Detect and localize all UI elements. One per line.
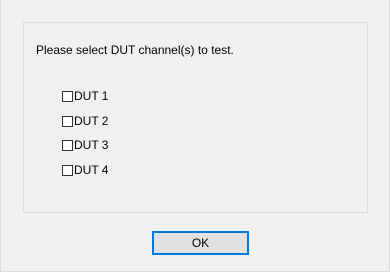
dialog-prompt: Please select DUT channel(s) to test. — [36, 43, 234, 57]
dut1-checkbox[interactable]: DUT 1 — [62, 88, 108, 104]
dut2-checkbox[interactable]: DUT 2 — [62, 113, 108, 129]
dut1-label[interactable]: DUT 1 — [74, 89, 108, 103]
dut2-label[interactable]: DUT 2 — [74, 114, 108, 128]
checkbox-box[interactable] — [62, 90, 73, 102]
dut-selection-panel: Please select DUT channel(s) to test. DU… — [23, 22, 368, 213]
dut3-label[interactable]: DUT 3 — [74, 138, 108, 152]
dut4-checkbox[interactable]: DUT 4 — [62, 162, 108, 178]
checkbox-box[interactable] — [62, 115, 73, 127]
dut3-checkbox[interactable]: DUT 3 — [62, 137, 108, 153]
checkbox-box[interactable] — [62, 164, 73, 176]
dut4-label[interactable]: DUT 4 — [74, 163, 108, 177]
dut-select-dialog: Please select DUT channel(s) to test. DU… — [0, 0, 390, 272]
checkbox-box[interactable] — [62, 139, 73, 151]
ok-button[interactable]: OK — [152, 231, 249, 255]
